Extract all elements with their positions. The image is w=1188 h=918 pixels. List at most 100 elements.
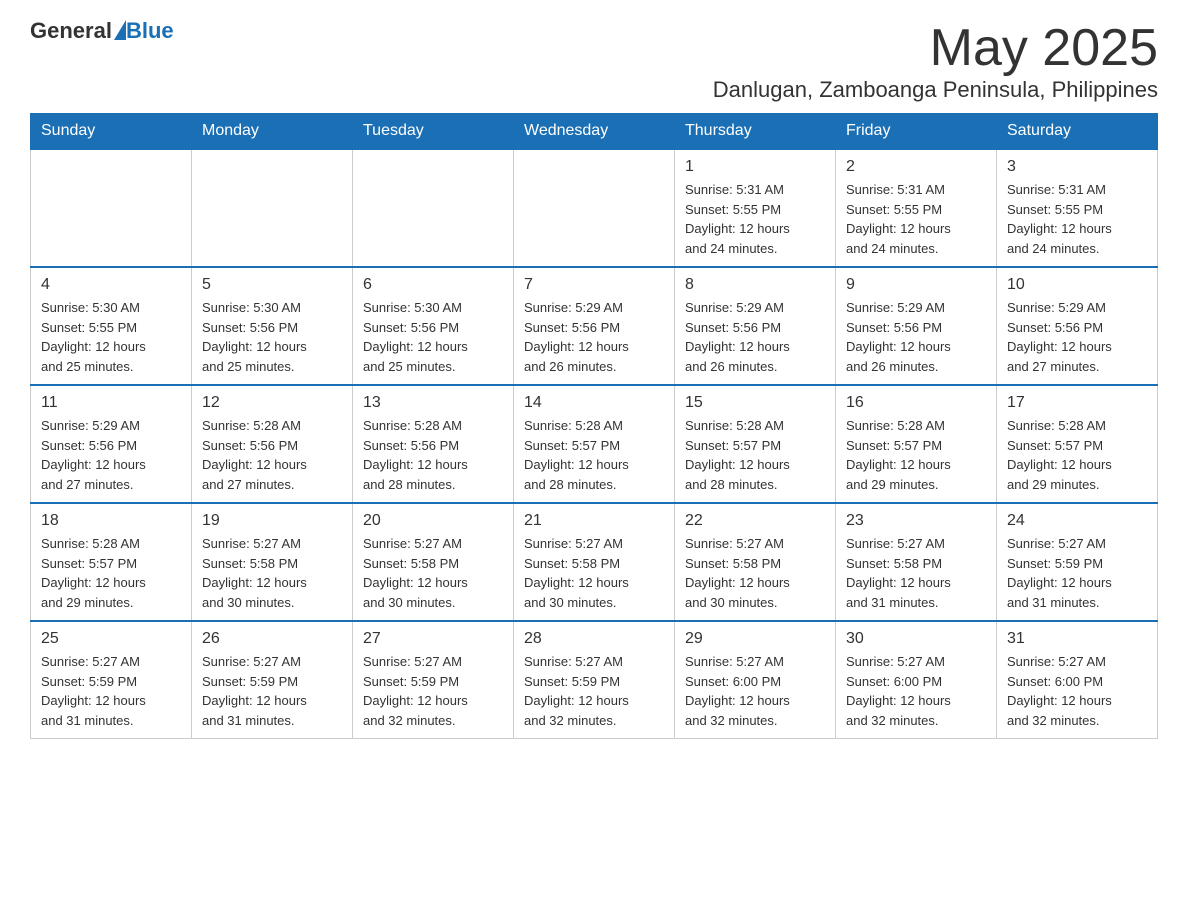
day-info: Sunrise: 5:30 AMSunset: 5:56 PMDaylight:… [363, 298, 503, 376]
day-info: Sunrise: 5:27 AMSunset: 5:58 PMDaylight:… [524, 534, 664, 612]
calendar-cell-3-4: 22 Sunrise: 5:27 AMSunset: 5:58 PMDayligh… [675, 503, 836, 621]
day-info: Sunrise: 5:27 AMSunset: 6:00 PMDaylight:… [685, 652, 825, 730]
day-number: 14 [524, 394, 664, 412]
calendar-cell-3-0: 18 Sunrise: 5:28 AMSunset: 5:57 PMDayligh… [31, 503, 192, 621]
header-friday: Friday [836, 114, 997, 150]
calendar-cell-0-1 [192, 149, 353, 267]
day-info: Sunrise: 5:27 AMSunset: 5:58 PMDaylight:… [363, 534, 503, 612]
header-monday: Monday [192, 114, 353, 150]
calendar-cell-1-2: 6 Sunrise: 5:30 AMSunset: 5:56 PMDaylight… [353, 267, 514, 385]
day-number: 10 [1007, 276, 1147, 294]
day-number: 2 [846, 158, 986, 176]
calendar-cell-3-3: 21 Sunrise: 5:27 AMSunset: 5:58 PMDayligh… [514, 503, 675, 621]
header-tuesday: Tuesday [353, 114, 514, 150]
header-sunday: Sunday [31, 114, 192, 150]
day-info: Sunrise: 5:27 AMSunset: 6:00 PMDaylight:… [846, 652, 986, 730]
calendar-cell-0-5: 2 Sunrise: 5:31 AMSunset: 5:55 PMDaylight… [836, 149, 997, 267]
day-number: 20 [363, 512, 503, 530]
day-number: 16 [846, 394, 986, 412]
calendar-cell-0-2 [353, 149, 514, 267]
calendar-cell-4-5: 30 Sunrise: 5:27 AMSunset: 6:00 PMDayligh… [836, 621, 997, 739]
day-number: 26 [202, 630, 342, 648]
day-info: Sunrise: 5:30 AMSunset: 5:56 PMDaylight:… [202, 298, 342, 376]
calendar-cell-1-6: 10 Sunrise: 5:29 AMSunset: 5:56 PMDayligh… [997, 267, 1158, 385]
day-number: 17 [1007, 394, 1147, 412]
week-row-2: 4Sunrise: 5:30 AMSunset: 5:55 PMDaylight… [31, 267, 1158, 385]
header-saturday: Saturday [997, 114, 1158, 150]
day-number: 30 [846, 630, 986, 648]
title-area: May 2025 Danlugan, Zamboanga Peninsula, … [713, 20, 1158, 103]
day-number: 24 [1007, 512, 1147, 530]
day-number: 6 [363, 276, 503, 294]
day-info: Sunrise: 5:29 AMSunset: 5:56 PMDaylight:… [685, 298, 825, 376]
day-number: 23 [846, 512, 986, 530]
day-info: Sunrise: 5:28 AMSunset: 5:56 PMDaylight:… [202, 416, 342, 494]
day-number: 8 [685, 276, 825, 294]
day-info: Sunrise: 5:31 AMSunset: 5:55 PMDaylight:… [1007, 180, 1147, 258]
day-number: 15 [685, 394, 825, 412]
day-number: 21 [524, 512, 664, 530]
day-info: Sunrise: 5:27 AMSunset: 5:59 PMDaylight:… [202, 652, 342, 730]
day-number: 19 [202, 512, 342, 530]
day-info: Sunrise: 5:27 AMSunset: 5:58 PMDaylight:… [685, 534, 825, 612]
day-info: Sunrise: 5:29 AMSunset: 5:56 PMDaylight:… [41, 416, 181, 494]
calendar-cell-3-2: 20 Sunrise: 5:27 AMSunset: 5:58 PMDayligh… [353, 503, 514, 621]
day-info: Sunrise: 5:27 AMSunset: 5:58 PMDaylight:… [846, 534, 986, 612]
calendar-table: Sunday Monday Tuesday Wednesday Thursday… [30, 113, 1158, 739]
day-number: 25 [41, 630, 181, 648]
logo-general-text: General [30, 20, 112, 42]
day-number: 29 [685, 630, 825, 648]
day-number: 9 [846, 276, 986, 294]
day-info: Sunrise: 5:28 AMSunset: 5:57 PMDaylight:… [41, 534, 181, 612]
day-info: Sunrise: 5:28 AMSunset: 5:57 PMDaylight:… [685, 416, 825, 494]
day-number: 28 [524, 630, 664, 648]
week-row-4: 18 Sunrise: 5:28 AMSunset: 5:57 PMDayligh… [31, 503, 1158, 621]
calendar-cell-2-0: 11Sunrise: 5:29 AMSunset: 5:56 PMDayligh… [31, 385, 192, 503]
day-info: Sunrise: 5:27 AMSunset: 5:59 PMDaylight:… [524, 652, 664, 730]
day-number: 18 [41, 512, 181, 530]
calendar-cell-1-1: 5 Sunrise: 5:30 AMSunset: 5:56 PMDaylight… [192, 267, 353, 385]
day-info: Sunrise: 5:27 AMSunset: 5:59 PMDaylight:… [363, 652, 503, 730]
calendar-cell-0-4: 1 Sunrise: 5:31 AMSunset: 5:55 PMDaylight… [675, 149, 836, 267]
calendar-cell-4-2: 27 Sunrise: 5:27 AMSunset: 5:59 PMDayligh… [353, 621, 514, 739]
day-number: 5 [202, 276, 342, 294]
location-subtitle: Danlugan, Zamboanga Peninsula, Philippin… [713, 77, 1158, 103]
day-info: Sunrise: 5:27 AMSunset: 5:59 PMDaylight:… [1007, 534, 1147, 612]
day-number: 3 [1007, 158, 1147, 176]
calendar-cell-1-0: 4Sunrise: 5:30 AMSunset: 5:55 PMDaylight… [31, 267, 192, 385]
calendar-cell-2-6: 17 Sunrise: 5:28 AMSunset: 5:57 PMDayligh… [997, 385, 1158, 503]
calendar-cell-3-1: 19 Sunrise: 5:27 AMSunset: 5:58 PMDayligh… [192, 503, 353, 621]
month-title: May 2025 [713, 20, 1158, 77]
week-row-1: 1 Sunrise: 5:31 AMSunset: 5:55 PMDaylight… [31, 149, 1158, 267]
calendar-cell-2-4: 15 Sunrise: 5:28 AMSunset: 5:57 PMDayligh… [675, 385, 836, 503]
day-number: 7 [524, 276, 664, 294]
calendar-cell-2-1: 12Sunrise: 5:28 AMSunset: 5:56 PMDayligh… [192, 385, 353, 503]
day-info: Sunrise: 5:28 AMSunset: 5:57 PMDaylight:… [524, 416, 664, 494]
day-number: 1 [685, 158, 825, 176]
day-number: 27 [363, 630, 503, 648]
calendar-cell-4-0: 25Sunrise: 5:27 AMSunset: 5:59 PMDayligh… [31, 621, 192, 739]
calendar-cell-2-5: 16Sunrise: 5:28 AMSunset: 5:57 PMDayligh… [836, 385, 997, 503]
day-info: Sunrise: 5:29 AMSunset: 5:56 PMDaylight:… [846, 298, 986, 376]
day-number: 22 [685, 512, 825, 530]
logo-blue-text: Blue [126, 20, 174, 42]
day-info: Sunrise: 5:31 AMSunset: 5:55 PMDaylight:… [846, 180, 986, 258]
calendar-cell-4-4: 29 Sunrise: 5:27 AMSunset: 6:00 PMDayligh… [675, 621, 836, 739]
calendar-cell-4-1: 26 Sunrise: 5:27 AMSunset: 5:59 PMDayligh… [192, 621, 353, 739]
calendar-cell-0-0 [31, 149, 192, 267]
calendar-cell-1-5: 9 Sunrise: 5:29 AMSunset: 5:56 PMDaylight… [836, 267, 997, 385]
day-info: Sunrise: 5:28 AMSunset: 5:57 PMDaylight:… [1007, 416, 1147, 494]
header-thursday: Thursday [675, 114, 836, 150]
calendar-cell-3-6: 24 Sunrise: 5:27 AMSunset: 5:59 PMDayligh… [997, 503, 1158, 621]
day-info: Sunrise: 5:27 AMSunset: 5:58 PMDaylight:… [202, 534, 342, 612]
day-info: Sunrise: 5:29 AMSunset: 5:56 PMDaylight:… [524, 298, 664, 376]
calendar-cell-4-6: 31Sunrise: 5:27 AMSunset: 6:00 PMDayligh… [997, 621, 1158, 739]
calendar-cell-3-5: 23 Sunrise: 5:27 AMSunset: 5:58 PMDayligh… [836, 503, 997, 621]
day-info: Sunrise: 5:31 AMSunset: 5:55 PMDaylight:… [685, 180, 825, 258]
logo: General Blue [30, 20, 174, 42]
week-row-5: 25 Sunrise: 5:27 AMSunset: 5:59 PMDayligh… [31, 621, 1158, 739]
calendar-cell-2-3: 14 Sunrise: 5:28 AMSunset: 5:57 PMDayligh… [514, 385, 675, 503]
day-info: Sunrise: 5:29 AMSunset: 5:56 PMDaylight:… [1007, 298, 1147, 376]
calendar-cell-1-3: 7 Sunrise: 5:29 AMSunset: 5:56 PMDaylight… [514, 267, 675, 385]
week-row-3: 11Sunrise: 5:29 AMSunset: 5:56 PMDayligh… [31, 385, 1158, 503]
